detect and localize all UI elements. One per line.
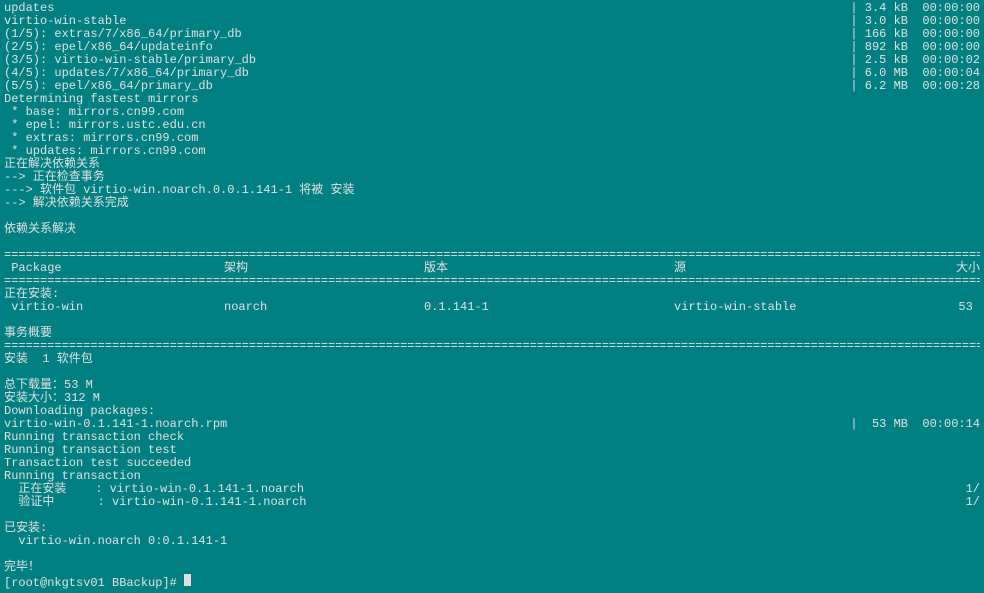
- verify-step: 验证中 : virtio-win-0.1.141-1.noarch1/: [4, 496, 980, 509]
- pkg-arch: noarch: [224, 301, 424, 314]
- prompt-line[interactable]: [root@nkgtsv01 BBackup]#: [4, 574, 980, 590]
- cursor-icon: [184, 574, 191, 586]
- col-header-arch: 架构: [224, 262, 424, 275]
- blank: [4, 210, 980, 223]
- terminal-output[interactable]: updates| 3.4 kB 00:00:00 virtio-win-stab…: [4, 2, 980, 590]
- mirror-line: * updates: mirrors.cn99.com: [4, 145, 980, 158]
- table-row: virtio-win noarch 0.1.141-1 virtio-win-s…: [4, 301, 980, 314]
- pkg-name: virtio-win: [4, 301, 224, 314]
- separator: ========================================…: [4, 340, 980, 353]
- total-download: 总下载量：53 M: [4, 379, 980, 392]
- blank: [4, 509, 980, 522]
- table-header-row: Package 架构 版本 源 大小: [4, 262, 980, 275]
- txn-summary-title: 事务概要: [4, 327, 980, 340]
- separator: ========================================…: [4, 249, 980, 262]
- repo-line: updates| 3.4 kB 00:00:00: [4, 2, 980, 15]
- dep-resolved: 依赖关系解决: [4, 223, 980, 236]
- col-header-version: 版本: [424, 262, 674, 275]
- blank: [4, 236, 980, 249]
- complete: 完毕！: [4, 561, 980, 574]
- pkg-version: 0.1.141-1: [424, 301, 674, 314]
- blank: [4, 314, 980, 327]
- installed-pkg: virtio-win.noarch 0:0.1.141-1: [4, 535, 980, 548]
- separator: ========================================…: [4, 275, 980, 288]
- pkg-size: 53: [954, 301, 980, 314]
- dep-package: ---> 软件包 virtio-win.noarch.0.0.1.141-1 将…: [4, 184, 980, 197]
- col-header-package: Package: [4, 262, 224, 275]
- install-count: 安装 1 软件包: [4, 353, 980, 366]
- dep-done: --> 解决依赖关系完成: [4, 197, 980, 210]
- blank: [4, 548, 980, 561]
- col-header-size: 大小: [954, 262, 980, 275]
- blank: [4, 366, 980, 379]
- pkg-repo: virtio-win-stable: [674, 301, 954, 314]
- installing-label: 正在安装:: [4, 288, 980, 301]
- col-header-repo: 源: [674, 262, 954, 275]
- dep-resolve: 正在解决依赖关系: [4, 158, 980, 171]
- shell-prompt: [root@nkgtsv01 BBackup]#: [4, 576, 177, 590]
- txn-test-ok: Transaction test succeeded: [4, 457, 980, 470]
